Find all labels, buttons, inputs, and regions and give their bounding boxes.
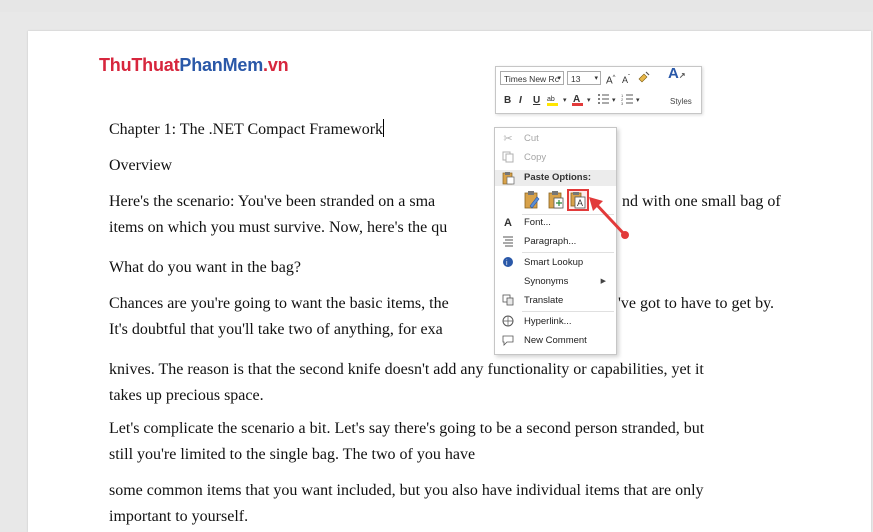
knives-line-1: knives. The reason is that the second kn… bbox=[109, 361, 704, 378]
menu-separator bbox=[522, 311, 614, 312]
scenario-line-2: items on which you must survive. Now, he… bbox=[109, 219, 448, 236]
italic-button[interactable]: I bbox=[519, 95, 522, 107]
doc-paragraph-common[interactable]: some common items that you want included… bbox=[109, 478, 799, 530]
shrink-font-icon[interactable]: Aˇ bbox=[622, 72, 630, 86]
mini-formatting-toolbar: Times New Rc ▾ 13 ▾ A^ Aˇ A↗ Styles B I … bbox=[495, 66, 702, 114]
copy-icon bbox=[501, 151, 515, 165]
scissors-icon: ✂ bbox=[503, 133, 513, 145]
chances-right-line-1: 've got to have to get by. bbox=[618, 295, 775, 312]
clipboard-icon bbox=[501, 171, 515, 185]
font-label: Font... bbox=[524, 217, 551, 228]
doc-chances-right-fragment: 've got to have to get by. bbox=[618, 291, 798, 317]
font-size-dropdown[interactable]: 13 ▾ bbox=[567, 71, 601, 85]
grow-font-icon[interactable]: A^ bbox=[606, 72, 616, 87]
chapter-title-text: Chapter 1: The .NET Compact Framework bbox=[109, 121, 384, 138]
svg-text:A: A bbox=[577, 198, 583, 208]
common-line-1: some common items that you want included… bbox=[109, 482, 704, 499]
font-icon: A bbox=[504, 217, 512, 229]
chevron-down-icon[interactable]: ▾ bbox=[636, 95, 640, 107]
paste-options-header: Paste Options: bbox=[495, 170, 616, 186]
paste-merge-icon bbox=[548, 191, 564, 209]
doc-scenario-right-fragment: nd with one small bag of bbox=[622, 189, 802, 215]
hyperlink-icon bbox=[501, 315, 515, 329]
menu-separator bbox=[522, 252, 614, 253]
chevron-right-icon: ▶ bbox=[600, 278, 606, 285]
underline-button[interactable]: U bbox=[533, 95, 540, 107]
chevron-down-icon[interactable]: ▾ bbox=[587, 95, 591, 107]
doc-chapter-title[interactable]: Chapter 1: The .NET Compact Framework bbox=[109, 117, 799, 143]
logo-part-2: PhanMem bbox=[179, 55, 264, 75]
logo-part-3: .vn bbox=[263, 55, 289, 75]
scenario-right-line-1: nd with one small bag of bbox=[622, 193, 781, 210]
menu-item-smart-lookup[interactable]: i Smart Lookup bbox=[495, 254, 616, 272]
font-color-icon[interactable]: A bbox=[572, 93, 584, 111]
synonyms-label: Synonyms bbox=[524, 276, 569, 287]
chevron-down-icon: ▾ bbox=[557, 75, 561, 82]
format-painter-icon[interactable] bbox=[638, 71, 650, 87]
translate-label: Translate bbox=[524, 295, 564, 306]
overview-text: Overview bbox=[109, 157, 173, 174]
paste-keep-formatting-icon bbox=[524, 191, 540, 209]
bold-button[interactable]: B bbox=[504, 95, 511, 107]
smart-lookup-icon: i bbox=[501, 256, 515, 270]
doc-paragraph-complicate[interactable]: Let's complicate the scenario a bit. Let… bbox=[109, 416, 799, 468]
font-name-value: Times New Rc bbox=[504, 74, 559, 84]
smart-lookup-label: Smart Lookup bbox=[524, 257, 584, 268]
hyperlink-label: Hyperlink... bbox=[524, 316, 572, 327]
paragraph-label: Paragraph... bbox=[524, 236, 577, 247]
translate-icon bbox=[501, 294, 515, 308]
doc-paragraph-knives[interactable]: knives. The reason is that the second kn… bbox=[109, 357, 799, 409]
window-top-strip bbox=[0, 0, 873, 12]
svg-text:3: 3 bbox=[621, 101, 624, 105]
menu-item-copy[interactable]: Copy bbox=[495, 149, 616, 167]
complicate-line-1: Let's complicate the scenario a bit. Let… bbox=[109, 420, 705, 437]
styles-label: Styles bbox=[670, 97, 692, 106]
cut-label: Cut bbox=[524, 133, 539, 144]
complicate-line-2: still you're limited to the single bag. … bbox=[109, 446, 476, 463]
chevron-down-icon: ▾ bbox=[594, 75, 598, 82]
styles-icon[interactable]: A↗ bbox=[668, 66, 686, 82]
highlight-color-icon[interactable]: ab bbox=[547, 93, 563, 111]
annotation-arrow-icon bbox=[589, 197, 629, 239]
logo-part-1: ThuThuat bbox=[99, 55, 180, 75]
new-comment-label: New Comment bbox=[524, 335, 587, 346]
text-cursor bbox=[383, 119, 385, 137]
chances-line-2: It's doubtful that you'll take two of an… bbox=[109, 321, 443, 338]
copy-label: Copy bbox=[524, 152, 547, 163]
comment-icon bbox=[501, 334, 515, 348]
chevron-down-icon[interactable]: ▾ bbox=[563, 95, 567, 107]
menu-item-synonyms[interactable]: Synonyms ▶ bbox=[495, 273, 616, 291]
menu-item-hyperlink[interactable]: Hyperlink... bbox=[495, 313, 616, 331]
question-text: What do you want in the bag? bbox=[109, 259, 301, 276]
chevron-down-icon[interactable]: ▾ bbox=[612, 95, 616, 107]
menu-item-translate[interactable]: Translate bbox=[495, 292, 616, 310]
doc-question[interactable]: What do you want in the bag? bbox=[109, 255, 799, 281]
knives-line-2: takes up precious space. bbox=[109, 387, 264, 404]
watermark-logo: ThuThuatPhanMem.vn bbox=[99, 55, 289, 76]
bullets-icon[interactable] bbox=[597, 93, 610, 109]
paste-options-label: Paste Options: bbox=[524, 172, 592, 183]
common-line-2: important to yourself. bbox=[109, 508, 249, 525]
font-name-dropdown[interactable]: Times New Rc ▾ bbox=[500, 71, 564, 85]
font-size-value: 13 bbox=[571, 74, 581, 84]
menu-item-cut[interactable]: ✂ Cut bbox=[495, 130, 616, 148]
doc-overview[interactable]: Overview bbox=[109, 153, 799, 179]
menu-item-new-comment[interactable]: New Comment bbox=[495, 332, 616, 350]
paste-merge-formatting-button[interactable] bbox=[545, 189, 567, 211]
svg-text:ab: ab bbox=[547, 96, 555, 103]
numbering-icon[interactable]: 123 bbox=[621, 93, 634, 109]
paste-keep-source-formatting-button[interactable] bbox=[521, 189, 543, 211]
paragraph-icon bbox=[501, 235, 515, 249]
